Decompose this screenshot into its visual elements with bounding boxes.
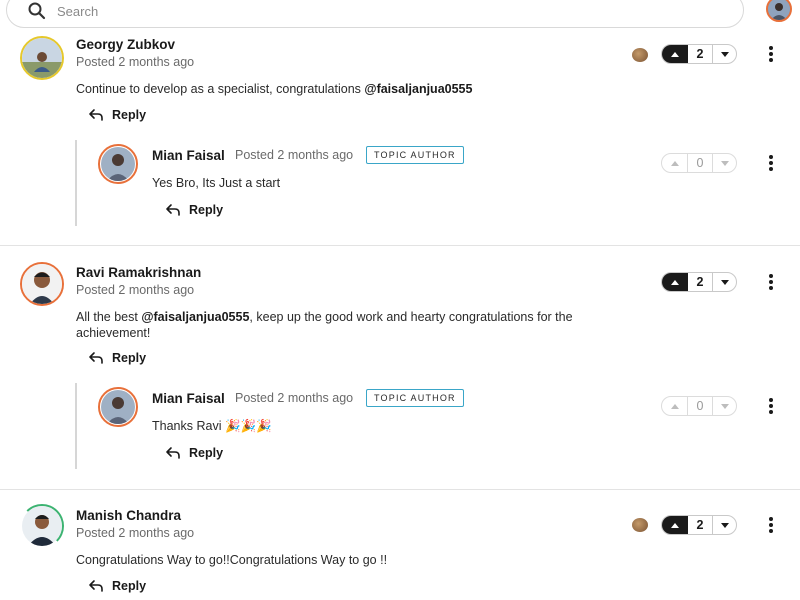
downvote-icon[interactable] xyxy=(712,273,736,291)
reply-author[interactable]: Mian Faisal xyxy=(152,391,225,406)
user-avatar[interactable] xyxy=(766,0,792,22)
reply-arrow-icon xyxy=(89,352,103,364)
downvote-icon[interactable] xyxy=(712,397,736,415)
reply-label: Reply xyxy=(189,203,224,217)
search-input[interactable] xyxy=(57,0,657,22)
reply-body: Yes Bro, Its Just a start xyxy=(152,176,281,190)
vote-count: 2 xyxy=(696,47,704,61)
upvote-icon[interactable] xyxy=(662,154,688,172)
reply-arrow-icon xyxy=(89,109,103,121)
vote-count: 2 xyxy=(696,518,704,532)
thread-line xyxy=(75,383,77,469)
vote-widget: 2 xyxy=(661,515,737,535)
divider xyxy=(0,245,800,246)
upvote-icon[interactable] xyxy=(662,45,688,63)
search-bar xyxy=(6,0,744,28)
avatar[interactable] xyxy=(22,506,62,546)
downvote-icon[interactable] xyxy=(712,154,736,172)
comment-author[interactable]: Georgy Zubkov xyxy=(76,37,175,52)
comment-body: All the best @faisaljanjua0555, keep up … xyxy=(76,309,616,341)
reply-body: Thanks Ravi 🎉🎉🎉 xyxy=(152,419,272,433)
comment-timestamp: Posted 2 months ago xyxy=(76,526,195,540)
comment-timestamp: Posted 2 months ago xyxy=(76,283,195,297)
vote-widget: 0 xyxy=(661,396,737,416)
upvote-icon[interactable] xyxy=(662,397,688,415)
reply-timestamp: Posted 2 months ago xyxy=(235,391,354,405)
reply-arrow-icon xyxy=(166,204,180,216)
avatar[interactable] xyxy=(101,390,135,424)
reply-label: Reply xyxy=(112,579,147,593)
kebab-menu-icon[interactable] xyxy=(766,46,776,62)
avatar[interactable] xyxy=(101,147,135,181)
vote-count: 2 xyxy=(696,275,704,289)
comment-body: Congratulations Way to go!!Congratulatio… xyxy=(76,553,388,567)
comment-text: Continue to develop as a specialist, con… xyxy=(76,82,365,96)
user-mention[interactable]: @faisaljanjua0555 xyxy=(141,310,249,324)
reply-button[interactable]: Reply xyxy=(165,446,223,460)
reply-button[interactable]: Reply xyxy=(88,579,146,593)
reply-button[interactable]: Reply xyxy=(165,203,223,217)
vote-widget: 2 xyxy=(661,272,737,292)
comment-author[interactable]: Manish Chandra xyxy=(76,508,181,523)
reply-author[interactable]: Mian Faisal xyxy=(152,148,225,163)
avatar[interactable] xyxy=(22,38,62,78)
user-mention[interactable]: @faisaljanjua0555 xyxy=(364,82,472,96)
topic-author-badge: TOPIC AUTHOR xyxy=(366,389,464,407)
reply-button[interactable]: Reply xyxy=(88,108,146,122)
reply-label: Reply xyxy=(189,446,224,460)
reply-timestamp: Posted 2 months ago xyxy=(235,148,354,162)
kebab-menu-icon[interactable] xyxy=(766,517,776,533)
vote-count: 0 xyxy=(696,156,704,170)
downvote-icon[interactable] xyxy=(712,45,736,63)
topic-author-badge: TOPIC AUTHOR xyxy=(366,146,464,164)
thread-line xyxy=(75,140,77,226)
reply-button[interactable]: Reply xyxy=(88,351,146,365)
reply-label: Reply xyxy=(112,108,147,122)
vote-widget: 0 xyxy=(661,153,737,173)
vote-widget: 2 xyxy=(661,44,737,64)
comment-author[interactable]: Ravi Ramakrishnan xyxy=(76,265,201,280)
reply-label: Reply xyxy=(112,351,147,365)
kebab-menu-icon[interactable] xyxy=(766,274,776,290)
kebab-menu-icon[interactable] xyxy=(766,398,776,414)
medal-icon xyxy=(632,518,648,532)
vote-count: 0 xyxy=(696,399,704,413)
reply-arrow-icon xyxy=(166,447,180,459)
reply-arrow-icon xyxy=(89,580,103,592)
avatar[interactable] xyxy=(22,264,62,304)
downvote-icon[interactable] xyxy=(712,516,736,534)
comment-timestamp: Posted 2 months ago xyxy=(76,55,195,69)
divider xyxy=(0,489,800,490)
medal-icon xyxy=(632,48,648,62)
comment-text: All the best xyxy=(76,310,142,324)
upvote-icon[interactable] xyxy=(662,273,688,291)
comment-body: Continue to develop as a specialist, con… xyxy=(76,81,636,97)
kebab-menu-icon[interactable] xyxy=(766,155,776,171)
search-icon xyxy=(28,2,46,20)
upvote-icon[interactable] xyxy=(662,516,688,534)
